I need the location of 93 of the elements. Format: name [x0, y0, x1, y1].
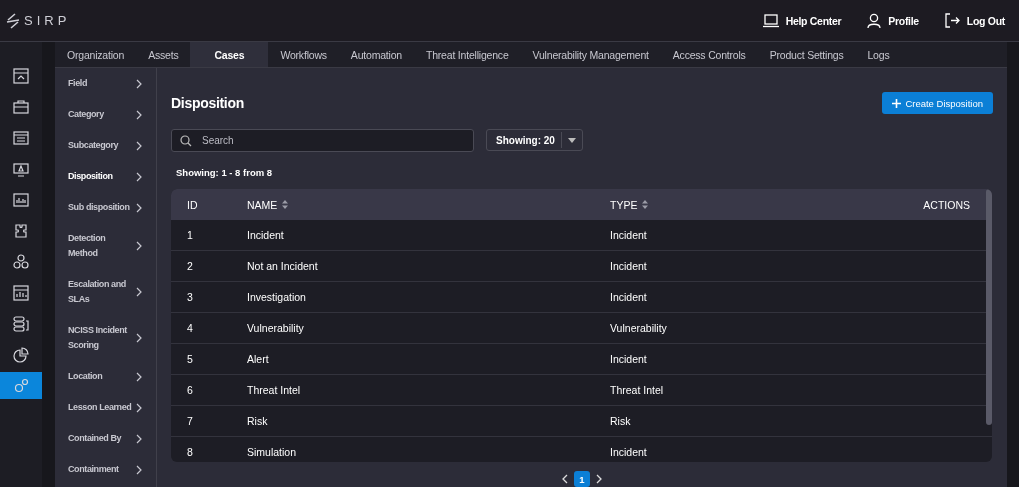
logo[interactable]: SIRP — [6, 12, 71, 29]
table-cell-text: 2 — [186, 260, 194, 272]
tab[interactable]: Vulnerability Management — [520, 42, 661, 67]
table-cell-text: 4 — [186, 322, 194, 334]
table-cell-text: Vulnerability — [247, 322, 305, 334]
header-link[interactable]: Profile — [867, 13, 919, 28]
pie-chart-icon — [13, 346, 29, 363]
scrollbar[interactable] — [986, 189, 992, 425]
table-cell-text: Investigation — [247, 291, 307, 303]
tab[interactable]: Threat Intelligence — [413, 42, 521, 67]
table-cell-text: Alert — [247, 353, 270, 365]
chart-icon — [13, 191, 29, 208]
search-icon — [180, 134, 192, 147]
chevron-right-icon — [136, 464, 142, 475]
table-cell-text: 7 — [186, 415, 194, 427]
plus-icon — [892, 98, 902, 108]
tab[interactable]: Access Controls — [660, 42, 758, 67]
cubes-icon — [13, 253, 29, 270]
table-cell-text: Risk — [247, 415, 269, 427]
logo-icon — [6, 12, 20, 29]
page-title: Disposition — [171, 95, 244, 111]
tab[interactable]: Cases — [190, 42, 269, 67]
sidebar-item[interactable]: Disposition — [55, 161, 156, 192]
briefcase-icon — [13, 98, 29, 115]
column-header: ID — [186, 198, 199, 211]
page-button[interactable]: 1 — [574, 471, 590, 487]
chevron-left-icon[interactable] — [562, 474, 568, 484]
window-icon — [13, 129, 29, 146]
logout-icon — [944, 13, 960, 28]
chevron-right-icon — [136, 140, 142, 151]
chevron-right-icon[interactable] — [596, 474, 602, 484]
sidebar-item[interactable]: Escalation and SLAs — [55, 269, 156, 315]
table-cell-text: Vulnerability — [610, 322, 668, 334]
chevron-right-icon — [136, 333, 142, 343]
table-cell-text: Incident — [610, 446, 648, 458]
database-icon — [13, 315, 29, 332]
table-cell-text: Threat Intel — [610, 384, 665, 396]
table-cell-text: Risk — [610, 415, 632, 427]
table-cell-text: Incident — [610, 291, 648, 303]
dashboard-icon — [13, 67, 29, 84]
table-cell-text: 8 — [186, 446, 194, 458]
column-header[interactable]: TYPE — [610, 198, 810, 211]
sidebar-item[interactable]: Category — [55, 99, 156, 130]
sidebar-item[interactable]: Sub disposition — [55, 192, 156, 223]
column-header[interactable]: NAME — [247, 198, 610, 211]
chevron-right-icon — [136, 433, 142, 444]
header-link[interactable]: Log Out — [944, 13, 1005, 28]
sidebar-item[interactable]: Detection Method — [55, 223, 156, 269]
sidebar-item[interactable]: Location — [55, 361, 156, 392]
result-count: Showing: 1 - 8 from 8 — [176, 167, 274, 178]
tab[interactable]: Workflows — [268, 42, 339, 67]
chevron-right-icon — [136, 287, 142, 297]
column-header: ACTIONS — [922, 198, 971, 211]
chevron-right-icon — [136, 371, 142, 382]
chevron-right-icon — [136, 202, 142, 213]
table-cell-text: Threat Intel — [247, 384, 302, 396]
table-cell-text: 3 — [186, 291, 194, 303]
sidebar-item[interactable]: Lesson Learned — [55, 392, 156, 423]
caret-icon — [567, 137, 576, 143]
table-cell-text: Incident — [610, 260, 648, 272]
table-cell-text: Incident — [247, 229, 285, 241]
sidebar-item[interactable]: Subcategory — [55, 130, 156, 161]
table-cell-text: 6 — [186, 384, 194, 396]
search-field[interactable]: Search — [171, 129, 474, 152]
chevron-right-icon — [136, 109, 142, 120]
chevron-right-icon — [136, 171, 142, 182]
table-cell-text: Simulation — [247, 446, 298, 458]
table-cell-text: Incident — [610, 353, 648, 365]
sidebar-item[interactable]: Containment — [55, 454, 156, 485]
chevron-right-icon — [136, 402, 142, 413]
laptop-icon — [762, 13, 779, 28]
panel-chart-icon — [13, 284, 29, 301]
table-cell-text: Incident — [610, 229, 648, 241]
search-input[interactable]: Search — [200, 134, 473, 147]
tab[interactable]: Logs — [855, 42, 902, 67]
tab[interactable]: Assets — [136, 42, 191, 67]
table-cell-text: 5 — [186, 353, 194, 365]
page-size-select[interactable]: Showing: 20 — [486, 129, 583, 151]
create-button[interactable]: Create Disposition — [882, 92, 993, 114]
logo-text: SIRP — [24, 13, 71, 28]
table-cell-text: 1 — [186, 229, 194, 241]
sidebar-item[interactable]: Contained By — [55, 423, 156, 454]
user-icon — [867, 13, 882, 28]
sidebar-item[interactable]: NCISS Incident Scoring — [55, 315, 156, 361]
table-cell-text: Not an Incident — [247, 260, 319, 272]
tab[interactable]: Organization — [55, 42, 137, 67]
tab[interactable]: Automation — [338, 42, 414, 67]
chevron-right-icon — [136, 78, 142, 89]
header-link[interactable]: Help Center — [762, 13, 842, 28]
monitor-alert-icon — [13, 160, 29, 177]
sidebar-item[interactable]: Field — [55, 68, 156, 99]
tab[interactable]: Product Settings — [757, 42, 856, 67]
chevron-right-icon — [136, 241, 142, 251]
